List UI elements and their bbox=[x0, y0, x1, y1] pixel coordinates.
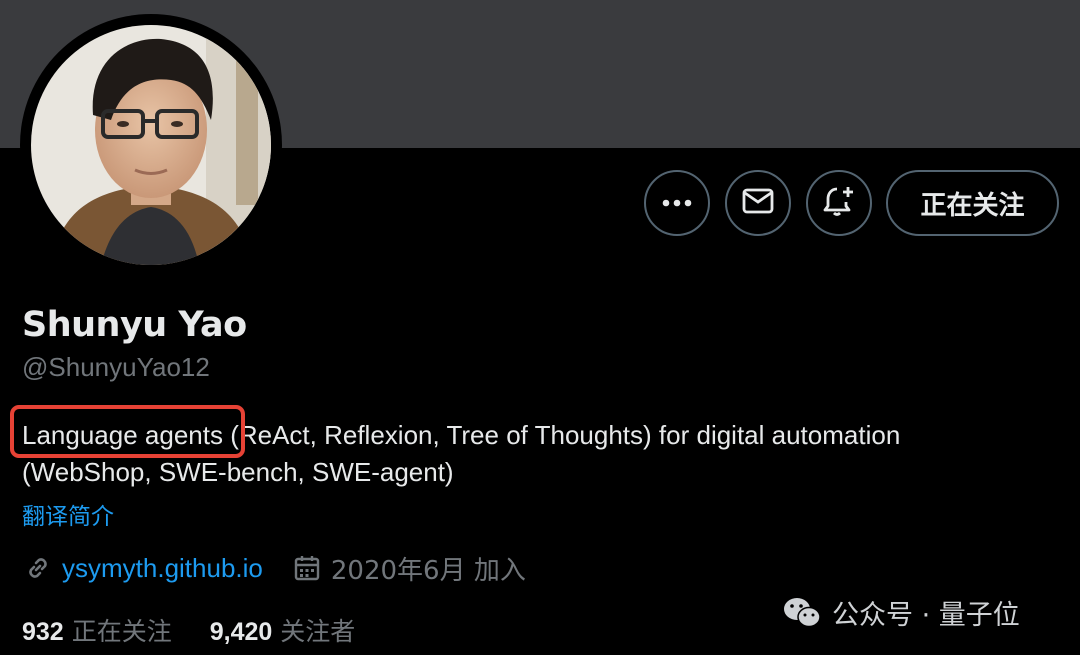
following-count: 932 bbox=[22, 618, 64, 646]
followers-stat[interactable]: 9,420 关注者 bbox=[210, 612, 356, 648]
profile-name: Shunyu Yao bbox=[22, 305, 247, 345]
link-icon bbox=[22, 552, 54, 584]
followers-count: 9,420 bbox=[209, 618, 273, 646]
wechat-icon bbox=[782, 596, 822, 630]
following-label: 正在关注 bbox=[71, 617, 172, 646]
profile-meta: ysymyth.github.io 2020年6月 加入 bbox=[22, 550, 526, 586]
bell-plus-icon bbox=[822, 184, 856, 223]
follow-stats: 932 正在关注 9,420 关注者 bbox=[22, 612, 355, 648]
profile-bio: Language agents (ReAct, Reflexion, Tree … bbox=[22, 417, 1022, 491]
more-icon bbox=[662, 194, 692, 212]
mail-icon bbox=[742, 188, 774, 219]
profile-handle: @ShunyuYao12 bbox=[22, 352, 210, 382]
avatar[interactable] bbox=[31, 25, 271, 265]
calendar-icon bbox=[291, 552, 323, 584]
following-button[interactable]: 正在关注 bbox=[886, 170, 1059, 236]
more-button[interactable] bbox=[644, 170, 710, 236]
bio-highlighted-text: Language agents bbox=[22, 420, 223, 450]
followers-label: 关注者 bbox=[280, 617, 356, 646]
watermark-text: 公众号 · 量子位 bbox=[832, 600, 1020, 631]
website-link[interactable]: ysymyth.github.io bbox=[62, 553, 263, 584]
joined-date: 2020年6月 加入 bbox=[330, 555, 526, 586]
notify-button[interactable] bbox=[806, 170, 872, 236]
translate-bio-link[interactable]: 翻译简介 bbox=[22, 497, 114, 531]
message-button[interactable] bbox=[725, 170, 791, 236]
following-stat[interactable]: 932 正在关注 bbox=[22, 612, 172, 648]
watermark: 公众号 · 量子位 bbox=[782, 593, 1020, 632]
